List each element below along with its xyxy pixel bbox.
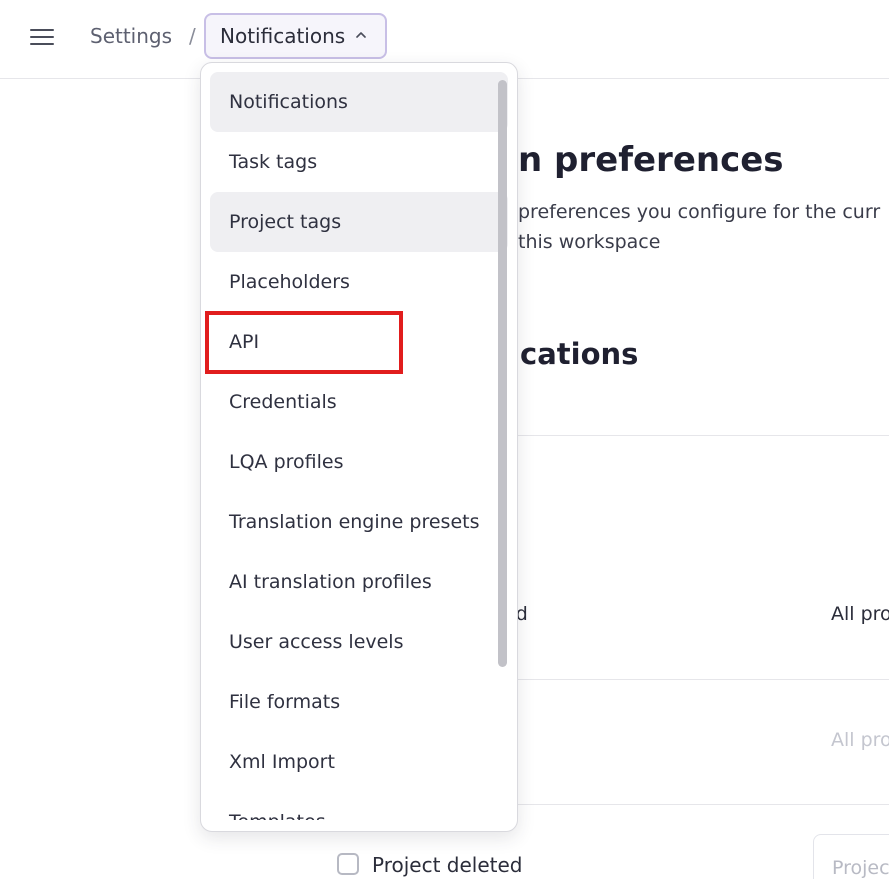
menu-item-user-access-levels[interactable]: User access levels — [210, 612, 508, 672]
breadcrumb-current-dropdown-button[interactable]: Notifications — [204, 13, 387, 59]
menu-item-project-tags[interactable]: Project tags — [210, 192, 508, 252]
menu-item-file-formats[interactable]: File formats — [210, 672, 508, 732]
chevron-up-icon — [356, 32, 366, 38]
breadcrumb-separator: / — [189, 24, 196, 48]
menu-item-task-tags[interactable]: Task tags — [210, 132, 508, 192]
breadcrumb-settings[interactable]: Settings — [90, 24, 172, 48]
menu-item-label: Notifications — [229, 91, 348, 113]
page-description-line2: this workspace — [518, 231, 661, 253]
breadcrumb-current-label: Notifications — [220, 24, 346, 48]
menu-item-label: Task tags — [229, 151, 318, 173]
menu-item-notifications[interactable]: Notifications — [210, 72, 508, 132]
row-value-disabled: All pro — [831, 729, 889, 751]
menu-item-label: User access levels — [229, 631, 404, 653]
menu-item-label: Xml Import — [229, 751, 335, 773]
menu-item-label: Credentials — [229, 391, 337, 413]
project-deleted-checkbox[interactable] — [337, 853, 359, 875]
dropdown-scrollbar[interactable] — [498, 80, 507, 667]
project-deleted-label: Project deleted — [372, 853, 523, 877]
section-heading: cations — [520, 337, 639, 371]
project-select[interactable]: Projec — [813, 834, 889, 879]
settings-dropdown-menu: Notifications Task tags Project tags Pla… — [200, 62, 518, 832]
menu-item-label: API — [229, 331, 260, 353]
menu-item-lqa-profiles[interactable]: LQA profiles — [210, 432, 508, 492]
menu-item-translation-engine-presets[interactable]: Translation engine presets — [210, 492, 508, 552]
row-value[interactable]: All pro — [831, 603, 889, 625]
menu-item-label: Project tags — [229, 211, 342, 233]
page-description-line1: preferences you configure for the curr — [518, 201, 881, 223]
menu-item-credentials[interactable]: Credentials — [210, 372, 508, 432]
row-divider — [518, 679, 889, 680]
page-title: n preferences — [518, 140, 784, 180]
project-select-placeholder: Projec — [832, 857, 889, 879]
settings-menu-list: Notifications Task tags Project tags Pla… — [201, 72, 517, 820]
menu-item-api[interactable]: API — [210, 312, 508, 372]
hamburger-menu-icon[interactable] — [30, 27, 54, 47]
menu-item-label: Translation engine presets — [229, 511, 480, 533]
menu-item-label: File formats — [229, 691, 341, 713]
menu-item-label: LQA profiles — [229, 451, 344, 473]
menu-item-xml-import[interactable]: Xml Import — [210, 732, 508, 792]
menu-item-ai-translation-profiles[interactable]: AI translation profiles — [210, 552, 508, 612]
menu-item-label: Placeholders — [229, 271, 350, 293]
menu-item-placeholders[interactable]: Placeholders — [210, 252, 508, 312]
menu-item-label: AI translation profiles — [229, 571, 432, 593]
row-divider — [518, 804, 889, 805]
menu-item-templates[interactable]: Templates — [210, 792, 508, 820]
menu-item-label: Templates — [229, 810, 326, 820]
section-divider — [518, 435, 889, 436]
